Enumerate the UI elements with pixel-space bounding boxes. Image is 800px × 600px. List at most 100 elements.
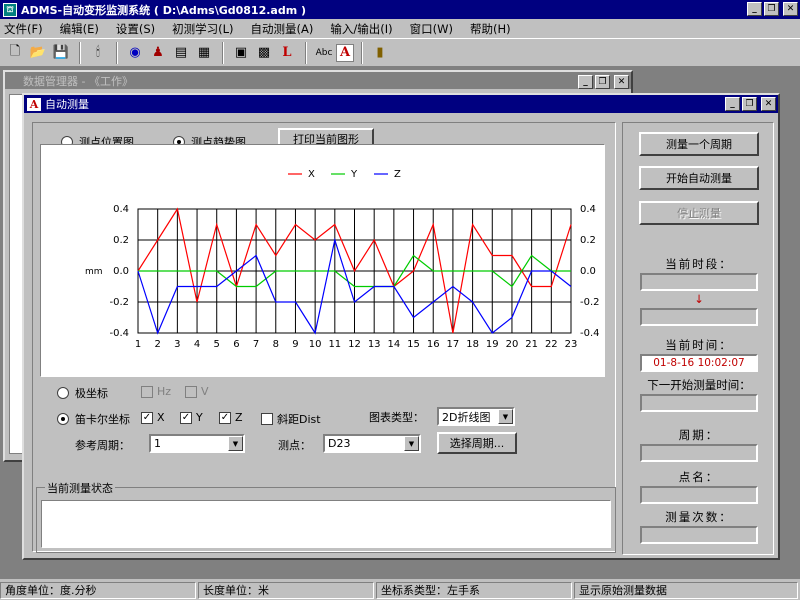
- save-disk-icon[interactable]: 💾: [50, 42, 72, 64]
- check-slope-distance[interactable]: 斜距Dist: [261, 411, 321, 427]
- abc-icon[interactable]: Abc: [313, 42, 335, 64]
- person-icon[interactable]: ♟: [147, 42, 169, 64]
- minimize-button[interactable]: _: [578, 75, 593, 89]
- check-y[interactable]: ✓ Y: [180, 411, 203, 424]
- radio-label: 笛卡尔坐标: [75, 413, 130, 426]
- close-button[interactable]: ✕: [614, 75, 629, 89]
- checkbox[interactable]: [261, 413, 273, 425]
- table-xls-icon[interactable]: ▦: [193, 42, 215, 64]
- ref-period-select[interactable]: 1 ▼: [149, 434, 245, 453]
- check-v[interactable]: V: [185, 385, 209, 398]
- x-tick-label: 7: [253, 339, 259, 350]
- probe-icon[interactable]: 🕯: [87, 42, 109, 64]
- globe-icon[interactable]: ◉: [124, 42, 146, 64]
- chevron-down-icon[interactable]: ▼: [228, 436, 243, 451]
- y-tick-label-left: 0.2: [113, 235, 129, 246]
- radio-cartesian[interactable]: 笛卡尔坐标: [57, 411, 130, 427]
- auto-measure-titlebar: A 自动测量 _ ❐ ✕: [24, 95, 778, 113]
- radio-circle[interactable]: [57, 387, 69, 399]
- radio-polar[interactable]: 极坐标: [57, 385, 108, 401]
- check-z[interactable]: ✓ Z: [219, 411, 243, 424]
- auto-measure-title: 自动测量: [45, 98, 89, 111]
- open-folder-icon[interactable]: 📂: [27, 42, 49, 64]
- control-panel: 测量一个周期 开始自动测量 停止测量 当前时段： ↓ 当前时间： 01-8-16…: [622, 122, 774, 555]
- checkbox[interactable]: ✓: [180, 411, 192, 424]
- radio-label: 极坐标: [75, 387, 108, 400]
- menu-window[interactable]: 窗口(W): [410, 21, 453, 37]
- status-group-label: 当前测量状态: [45, 480, 115, 496]
- measure-one-period-button[interactable]: 测量一个周期: [639, 132, 759, 156]
- x-tick-label: 6: [233, 339, 239, 350]
- label-text: 参考周期：: [75, 439, 130, 452]
- restore-button[interactable]: ❐: [595, 75, 610, 89]
- close-button[interactable]: ✕: [783, 2, 798, 16]
- x-tick-label: 3: [174, 339, 180, 350]
- minimize-button[interactable]: _: [747, 2, 762, 16]
- stop-measure-button[interactable]: 停止测量: [639, 201, 759, 225]
- checkbox[interactable]: [185, 385, 197, 398]
- radio-circle[interactable]: [57, 413, 69, 425]
- point-name-label: 点名：: [678, 470, 720, 484]
- grid-icon[interactable]: ▤: [170, 42, 192, 64]
- y-tick-label-right: -0.2: [580, 297, 600, 308]
- start-auto-measure-button[interactable]: 开始自动测量: [639, 166, 759, 190]
- restore-button[interactable]: ❐: [764, 2, 779, 16]
- check-label: Y: [196, 411, 203, 424]
- check-label: Z: [235, 411, 243, 424]
- chart-type-select[interactable]: 2D折线图 ▼: [437, 407, 515, 426]
- point-select[interactable]: D23 ▼: [323, 434, 421, 453]
- book-icon[interactable]: ▮: [369, 42, 391, 64]
- ref-period-label: 参考周期：: [75, 437, 130, 453]
- select-value: 1: [154, 437, 161, 450]
- current-time-value: 01-8-16 10:02:07: [640, 354, 758, 372]
- menu-import-export[interactable]: 输入/输出(I): [330, 21, 392, 37]
- restore-button[interactable]: ❐: [742, 97, 757, 111]
- x-tick-label: 15: [407, 339, 420, 350]
- x-tick-label: 10: [309, 339, 322, 350]
- toolbar-separator: [222, 41, 224, 64]
- legend-label: Y: [350, 169, 358, 180]
- menu-edit[interactable]: 编辑(E): [60, 21, 99, 37]
- new-file-icon[interactable]: 🗋: [4, 42, 26, 64]
- document-icon[interactable]: ▣: [230, 42, 252, 64]
- minimize-button[interactable]: _: [725, 97, 740, 111]
- close-button[interactable]: ✕: [761, 97, 776, 111]
- calculator-icon[interactable]: ▩: [253, 42, 275, 64]
- toolbar-separator: [361, 41, 363, 64]
- check-x[interactable]: ✓ X: [141, 411, 165, 424]
- checkbox[interactable]: ✓: [141, 411, 153, 424]
- chevron-down-icon[interactable]: ▼: [498, 409, 513, 424]
- toolbar-separator: [79, 41, 81, 64]
- y-axis-label: mm: [85, 267, 103, 277]
- menu-file[interactable]: 文件(F): [4, 21, 43, 37]
- menu-initial-learning[interactable]: 初测学习(L): [172, 21, 233, 37]
- next-start-time-field: [640, 394, 758, 412]
- check-hz[interactable]: Hz: [141, 385, 171, 398]
- menu-help[interactable]: 帮助(H): [470, 21, 511, 37]
- legend-label: Z: [394, 169, 401, 180]
- red-a-icon[interactable]: A: [336, 43, 354, 62]
- y-tick-label-right: 0.0: [580, 266, 596, 277]
- menu-settings[interactable]: 设置(S): [116, 21, 155, 37]
- measure-count-label: 测量次数：: [665, 510, 733, 524]
- x-tick-label: 17: [447, 339, 460, 350]
- app-icon: ⛫: [3, 2, 17, 17]
- current-period-label: 当前时段：: [665, 257, 733, 271]
- y-tick-label-right: 0.2: [580, 235, 596, 246]
- current-period-end-field: [640, 308, 758, 326]
- select-value: 2D折线图: [442, 410, 491, 424]
- status-display-mode: 显示原始测量数据: [574, 581, 798, 599]
- x-tick-label: 22: [545, 339, 558, 350]
- menu-auto-measure[interactable]: 自动测量(A): [251, 21, 314, 37]
- chevron-down-icon[interactable]: ▼: [404, 436, 419, 451]
- auto-measure-window[interactable]: A 自动测量 _ ❐ ✕ 测点位置图 测点趋势图 打印当前图形 12345678…: [22, 93, 780, 560]
- x-tick-label: 1: [135, 339, 141, 350]
- checkbox[interactable]: ✓: [219, 411, 231, 424]
- checkbox[interactable]: [141, 385, 153, 398]
- period-field: [640, 444, 758, 462]
- label-text: 测点：: [278, 439, 311, 452]
- data-manager-title: 数据管理器 - 《工作》: [23, 74, 133, 88]
- select-period-button[interactable]: 选择周期...: [437, 432, 517, 454]
- menubar: 文件(F) 编辑(E) 设置(S) 初测学习(L) 自动测量(A) 输入/输出(…: [0, 19, 800, 38]
- red-l-icon[interactable]: L: [276, 42, 298, 64]
